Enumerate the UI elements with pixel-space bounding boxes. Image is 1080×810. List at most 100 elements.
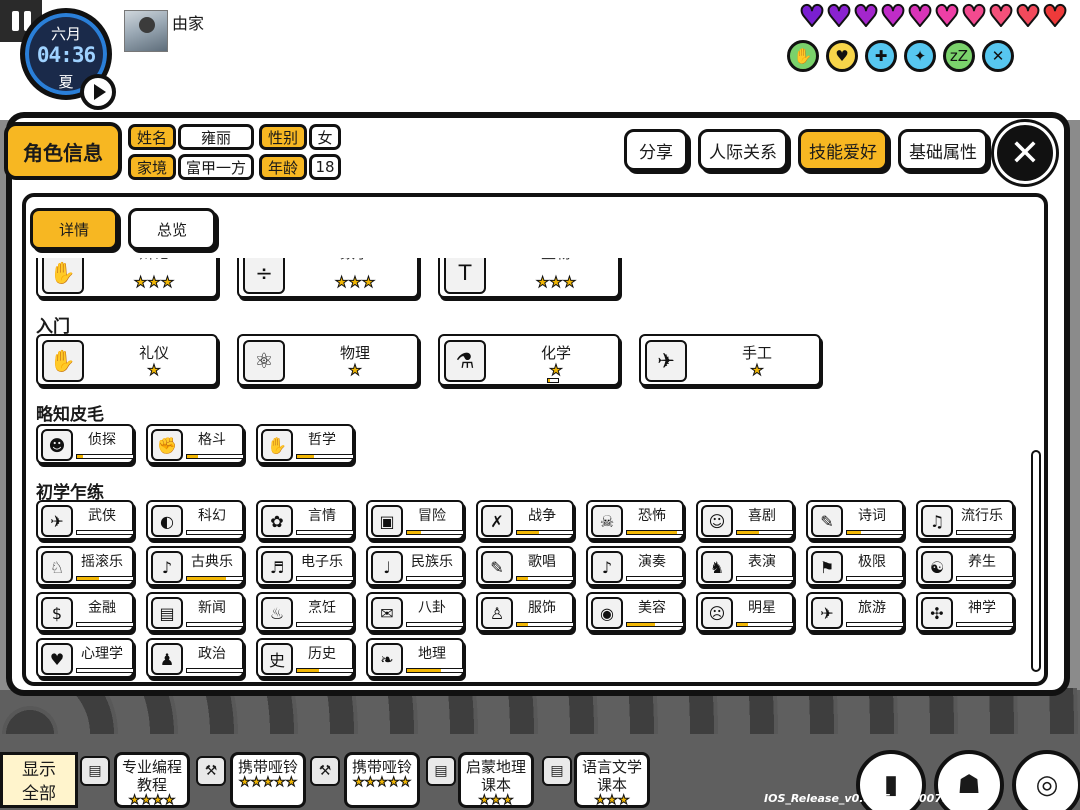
skill-card[interactable]: ✈ 手工 ★ xyxy=(639,334,821,386)
skill-card[interactable]: ✋ 礼仪 ★ xyxy=(36,334,218,386)
skill-icon: ✿ xyxy=(261,505,293,537)
skill-progress-fill xyxy=(77,577,100,580)
skill-card[interactable]: ☻ 侦探 xyxy=(36,424,134,464)
notebook-button[interactable]: ◎ xyxy=(1012,750,1080,810)
skill-icon: ✉ xyxy=(371,597,403,629)
skill-card[interactable]: ☺ 喜剧 xyxy=(696,500,794,540)
skill-card[interactable]: ☯ 养生 xyxy=(916,546,1014,586)
skill-card[interactable]: ✊ 格斗 xyxy=(146,424,244,464)
skill-card[interactable]: T 生物 ★★★ xyxy=(438,258,620,298)
tab-relations[interactable]: 人际关系 xyxy=(698,129,788,171)
item-card[interactable]: 启蒙地理 课本 ★★★ xyxy=(458,752,534,808)
item-card[interactable]: 专业编程 教程 ★★★★ xyxy=(114,752,190,808)
book-icon[interactable]: ▤ xyxy=(80,756,110,786)
utensils-icon[interactable]: ✕ xyxy=(982,40,1014,72)
item-card[interactable]: 携带哑铃 ★★★★★ xyxy=(230,752,306,808)
name-value: 雍丽 xyxy=(178,124,254,150)
clock-time: 04:36 xyxy=(36,43,96,67)
skill-icon: ✋ xyxy=(261,429,293,461)
skill-progress-bar xyxy=(186,668,244,673)
skill-card[interactable]: ✎ 歌唱 xyxy=(476,546,574,586)
skill-card[interactable]: ⚗ 化学 ★ xyxy=(438,334,620,386)
skill-card[interactable]: ✋ 辩论 ★★★ xyxy=(36,258,218,298)
skill-card[interactable]: ♟ 政治 xyxy=(146,638,244,678)
display-all-button[interactable]: 显示 全部 xyxy=(0,752,78,808)
heart-icon: ♥ xyxy=(1014,0,1042,33)
sleep-icon[interactable]: zZ xyxy=(943,40,975,72)
skill-card[interactable]: ♥ 心理学 xyxy=(36,638,134,678)
skill-card[interactable]: ✋ 哲学 xyxy=(256,424,354,464)
item-card[interactable]: 语言文学 课本 ★★★ xyxy=(574,752,650,808)
age-key: 年龄 xyxy=(259,154,307,180)
scrollbar[interactable] xyxy=(1031,450,1041,672)
skill-name: 格斗 xyxy=(198,432,226,448)
book-icon[interactable]: ▤ xyxy=(542,756,572,786)
dumbbell-icon[interactable]: ⚒ xyxy=(310,756,340,786)
skill-card[interactable]: ✈ 旅游 xyxy=(806,592,904,632)
skill-icon: ❧ xyxy=(371,643,403,675)
skill-progress-bar xyxy=(406,530,464,535)
skill-card[interactable]: ♘ 摇滚乐 xyxy=(36,546,134,586)
skill-icon: ☻ xyxy=(41,429,73,461)
skill-card[interactable]: ✎ 诗词 xyxy=(806,500,904,540)
tab-skills[interactable]: 技能爱好 xyxy=(798,129,888,171)
skill-card[interactable]: ⚑ 极限 xyxy=(806,546,904,586)
handshake-icon[interactable]: ✋ xyxy=(787,40,819,72)
skill-card[interactable]: ❧ 地理 xyxy=(366,638,464,678)
skill-card[interactable]: ✈ 武侠 xyxy=(36,500,134,540)
tab-attributes[interactable]: 基础属性 xyxy=(898,129,988,171)
skill-icon: ♥ xyxy=(41,643,73,675)
skill-icon: ✣ xyxy=(921,597,953,629)
skill-card[interactable]: ✣ 神学 xyxy=(916,592,1014,632)
skill-card[interactable]: ☠ 恐怖 xyxy=(586,500,684,540)
skill-card[interactable]: ✿ 言情 xyxy=(256,500,354,540)
gamepad-icon[interactable]: ✚ xyxy=(865,40,897,72)
skill-card[interactable]: ◉ 美容 xyxy=(586,592,684,632)
heart-icon: ♥ xyxy=(933,0,961,33)
subtab-detail[interactable]: 详情 xyxy=(30,208,118,250)
skill-stars: ★★★ xyxy=(133,273,175,291)
skill-card[interactable]: ♫ 流行乐 xyxy=(916,500,1014,540)
skill-card[interactable]: ✉ 八卦 xyxy=(366,592,464,632)
close-button[interactable]: ✕ xyxy=(994,122,1056,184)
skill-card[interactable]: ☹ 明星 xyxy=(696,592,794,632)
play-button[interactable] xyxy=(80,74,116,110)
skill-card[interactable]: 史历史 xyxy=(256,638,354,678)
subtab-overview[interactable]: 总览 xyxy=(128,208,216,250)
share-button[interactable]: 分享 xyxy=(624,129,688,171)
skill-card[interactable]: ♪ 演奏 xyxy=(586,546,684,586)
skill-name: 服饰 xyxy=(528,600,556,616)
skill-icon: ✈ xyxy=(41,505,73,537)
sparkle-icon[interactable]: ✦ xyxy=(904,40,936,72)
skill-icon: ☺ xyxy=(701,505,733,537)
skill-card[interactable]: ▣ 冒险 xyxy=(366,500,464,540)
skill-card[interactable]: ◐ 科幻 xyxy=(146,500,244,540)
book-icon[interactable]: ▤ xyxy=(426,756,456,786)
skill-icon: ⚗ xyxy=(444,340,486,382)
skill-card[interactable]: ♙ 服饰 xyxy=(476,592,574,632)
skill-card[interactable]: ♬ 电子乐 xyxy=(256,546,354,586)
skill-card[interactable]: ▤ 新闻 xyxy=(146,592,244,632)
skill-name: 言情 xyxy=(308,508,336,524)
skill-progress-bar xyxy=(516,530,574,535)
skill-card[interactable]: ♨ 烹饪 xyxy=(256,592,354,632)
item-card[interactable]: 携带哑铃 ★★★★★ xyxy=(344,752,420,808)
skill-card[interactable]: $ 金融 xyxy=(36,592,134,632)
skill-card[interactable]: ÷ 数学 ★★★ xyxy=(237,258,419,298)
avatar[interactable] xyxy=(124,10,168,52)
skill-card[interactable]: ♪ 古典乐 xyxy=(146,546,244,586)
skill-card[interactable]: ♞ 表演 xyxy=(696,546,794,586)
skill-name: 表演 xyxy=(748,554,776,570)
skill-card[interactable]: ⚛ 物理 ★ xyxy=(237,334,419,386)
skill-name: 喜剧 xyxy=(748,508,776,524)
skill-name: 手工 xyxy=(741,344,772,362)
skills-scroll-area[interactable]: ✋辩论★★★÷数学★★★T生物★★★入门✋礼仪★⚛物理★⚗化学★✈手工★略知皮毛… xyxy=(26,258,1044,682)
item-name: 携带哑铃 xyxy=(237,758,298,776)
item-stars: ★★★★★ xyxy=(352,775,412,790)
skill-card[interactable]: ♩ 民族乐 xyxy=(366,546,464,586)
skill-name: 恐怖 xyxy=(638,508,666,524)
heart-icon[interactable]: ♥ xyxy=(826,40,858,72)
skill-card[interactable]: ✗ 战争 xyxy=(476,500,574,540)
skill-icon: ▤ xyxy=(151,597,183,629)
dumbbell-icon[interactable]: ⚒ xyxy=(196,756,226,786)
